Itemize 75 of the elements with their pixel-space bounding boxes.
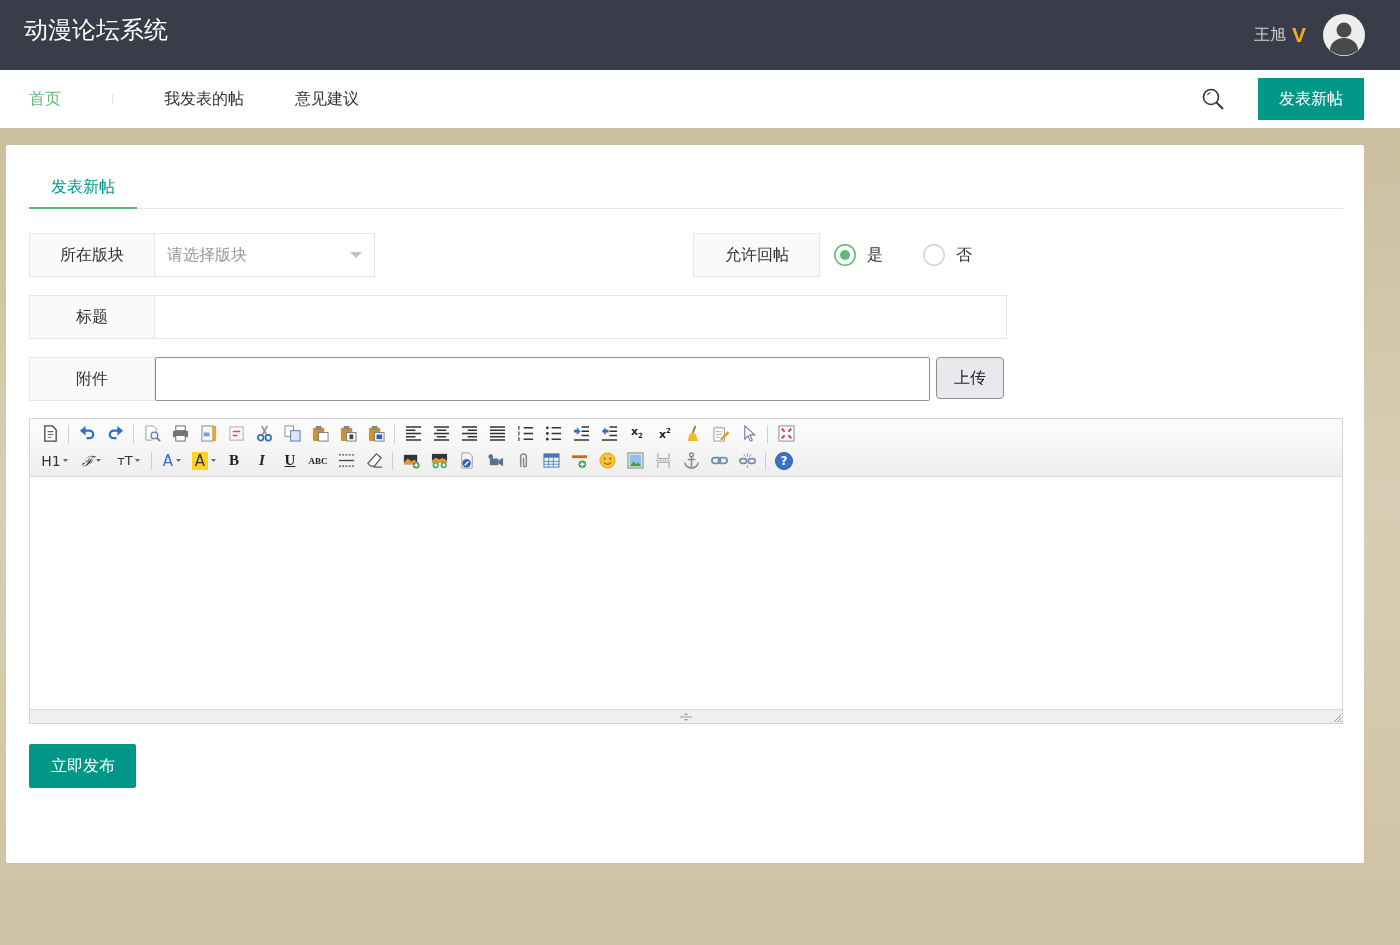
outdent-icon[interactable] [600,425,618,442]
section-select[interactable]: 请选择版块 [155,233,375,277]
help-button[interactable]: ? [775,451,793,470]
image-plus-icon[interactable] [402,452,420,469]
heading-dropdown[interactable]: H1 [36,448,73,473]
bold-button[interactable]: B [220,448,248,473]
align-right-icon[interactable] [460,425,478,442]
caret-icon [211,459,217,462]
printer-icon[interactable] [171,425,189,442]
caret-icon [350,252,362,258]
page-lines-icon[interactable] [227,425,245,442]
font-color-button[interactable]: A [156,448,188,473]
align-justify-icon[interactable] [488,425,506,442]
highlight-color-button[interactable]: A [188,448,220,473]
bullet-list-icon[interactable] [544,425,562,442]
avatar-icon[interactable] [1323,14,1365,56]
video-camera-icon[interactable] [486,452,504,469]
document-search-icon[interactable] [143,425,161,442]
picture-icon[interactable] [626,452,644,469]
line-plus-icon[interactable] [570,452,588,469]
table-icon[interactable] [542,452,560,469]
nav-link[interactable]: 我发表的帖 [164,88,244,110]
clipboard-page-icon[interactable] [367,425,385,442]
eraser-icon[interactable] [365,452,383,469]
radio-icon[interactable] [923,244,945,266]
underline-button[interactable]: U [276,448,304,473]
undo-icon[interactable] [78,425,96,442]
publish-button[interactable]: 立即发布 [29,744,136,788]
field-label: 标题 [29,295,155,339]
clipboard-icon[interactable] [311,425,329,442]
user-name[interactable]: 王旭 [1254,24,1286,46]
redo-icon[interactable] [106,425,124,442]
resize-handle-icon[interactable] [678,712,694,721]
page-sidebar-icon[interactable] [199,425,217,442]
caret-icon [62,459,68,462]
anchor-icon[interactable] [682,452,700,469]
radio-icon[interactable] [834,244,856,266]
broken-link-icon[interactable] [738,452,756,469]
site-title: 动漫论坛系统 [24,15,168,45]
radio-option[interactable]: 是 [834,233,883,277]
indent-icon[interactable] [572,425,590,442]
tab[interactable]: 发表新帖 [29,166,137,209]
upload-button[interactable]: 上传 [936,357,1004,399]
font-family-dropdown[interactable]: ℱ [73,448,110,473]
caret-icon [176,459,182,462]
subscript-button[interactable]: x$_{2}$ [623,421,651,446]
field-label: 附件 [29,357,155,401]
scissors-icon[interactable] [255,425,273,442]
document-icon[interactable] [41,425,59,442]
images-plus-icon[interactable] [430,452,448,469]
align-center-icon[interactable] [432,425,450,442]
vip-label: V [1292,24,1306,46]
title-input[interactable] [155,295,1007,339]
attachment-input[interactable] [155,357,930,401]
clipboard-page-icon[interactable] [339,425,357,442]
smiley-icon[interactable] [598,452,616,469]
nav-link[interactable]: 意见建议 [295,88,359,110]
caret-icon [96,459,101,462]
italic-button[interactable]: I [248,448,276,473]
resize-grip-icon[interactable] [1333,714,1341,722]
fullscreen-icon[interactable] [777,425,795,442]
dashed-lines-icon[interactable] [337,452,355,469]
new-post-button[interactable]: 发表新帖 [1258,78,1364,120]
field-label: 所在版块 [29,233,155,277]
search-icon[interactable] [1202,88,1224,110]
caret-icon [134,459,140,462]
strikethrough-button[interactable]: ABC [304,448,332,473]
font-size-dropdown[interactable]: ᴛT [110,448,147,473]
field-label: 允许回帖 [693,233,820,277]
radio-option[interactable]: 否 [923,233,972,277]
superscript-button[interactable]: x$^{2}$ [651,421,679,446]
copy-icon[interactable] [283,425,301,442]
numbered-list-icon[interactable] [516,425,534,442]
document-dial-icon[interactable] [458,452,476,469]
align-left-icon[interactable] [404,425,422,442]
